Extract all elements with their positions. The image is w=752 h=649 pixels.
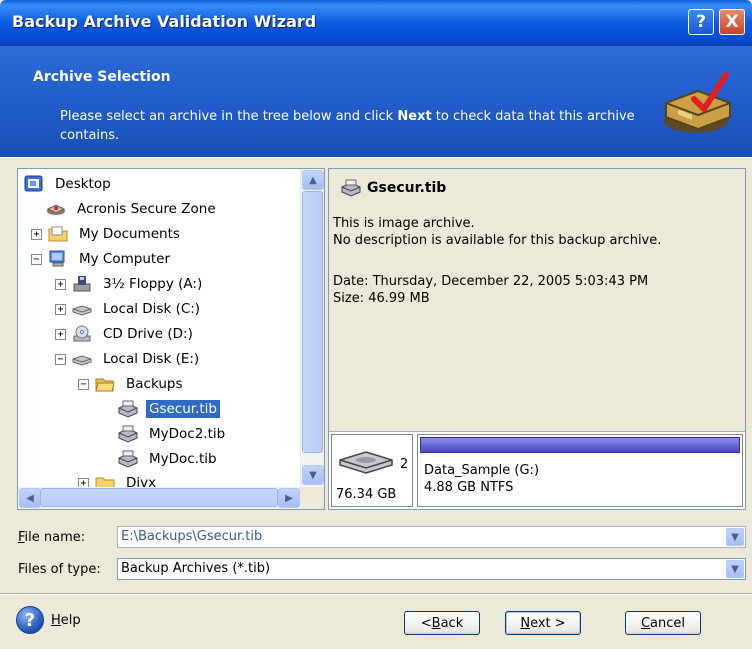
divider	[0, 593, 752, 595]
expand-icon[interactable]: +	[78, 477, 89, 487]
wizard-header: Archive Selection Please select an archi…	[0, 46, 752, 158]
file-type-select[interactable]: Backup Archives (*.tib) ▼	[117, 558, 746, 580]
disk-info: 2 76.34 GB	[331, 434, 413, 507]
disk-layout: 2 76.34 GB Data_Sample (G:) 4.88 GB NTFS	[329, 431, 745, 509]
archive-date: Date: Thursday, December 22, 2005 5:03:4…	[333, 274, 649, 289]
folder-icon	[95, 477, 115, 487]
tree-item-disk-c[interactable]: + Local Disk (C:)	[55, 297, 203, 321]
archive-icon	[118, 425, 138, 443]
tree-item-secure-zone[interactable]: Acronis Secure Zone	[46, 197, 219, 221]
tree-item-disk-e[interactable]: − Local Disk (E:)	[55, 347, 202, 371]
desktop-icon	[24, 175, 43, 192]
hard-disk-icon	[339, 451, 393, 474]
file-name-input[interactable]: E:\Backups\Gsecur.tib ▼	[117, 526, 746, 548]
scroll-thumb[interactable]	[40, 488, 278, 507]
floppy-icon	[73, 276, 91, 292]
archive-icon	[118, 400, 138, 418]
page-description: Please select an archive in the tree bel…	[60, 109, 635, 143]
expand-icon[interactable]: +	[55, 303, 66, 315]
archive-icon	[341, 179, 361, 197]
cancel-button[interactable]: Cancel	[625, 611, 701, 635]
next-button[interactable]: Next >	[505, 611, 581, 635]
page-title: Archive Selection	[33, 69, 171, 85]
tree-item-my-computer[interactable]: − My Computer	[31, 247, 173, 271]
partition-bar	[420, 437, 740, 453]
folder-open-icon	[95, 378, 115, 392]
collapse-icon[interactable]: −	[55, 353, 66, 365]
tree-item-desktop[interactable]: Desktop	[24, 172, 114, 196]
tree-item-floppy[interactable]: + 3½ Floppy (A:)	[55, 272, 205, 296]
folder-icon	[48, 226, 68, 242]
partition-name: Data_Sample (G:)	[424, 463, 540, 478]
disk-capacity: 76.34 GB	[336, 487, 397, 502]
tree-item-gsecur[interactable]: Gsecur.tib	[118, 397, 220, 421]
tree-horizontal-scrollbar[interactable]: ◀ ▶	[18, 487, 300, 509]
tree-vertical-scrollbar[interactable]: ▲ ▼	[300, 169, 324, 487]
help-icon: ?	[16, 606, 44, 634]
tree-item-mydoc[interactable]: MyDoc.tib	[118, 447, 220, 471]
collapse-icon[interactable]: −	[31, 253, 42, 265]
chevron-down-icon[interactable]: ▼	[726, 560, 744, 578]
disk-number: 2	[400, 457, 409, 472]
archive-info-panel: Gsecur.tib This is image archive. No des…	[328, 168, 746, 510]
file-type-label: Files of type:	[18, 562, 101, 577]
expand-icon[interactable]: +	[55, 328, 66, 340]
chevron-down-icon[interactable]: ▼	[726, 528, 744, 546]
partition-box[interactable]: Data_Sample (G:) 4.88 GB NTFS	[417, 434, 743, 507]
archive-size: Size: 46.99 MB	[333, 291, 430, 306]
scroll-right-icon[interactable]: ▶	[278, 488, 300, 508]
archive-icon	[118, 450, 138, 468]
collapse-icon[interactable]: −	[78, 378, 89, 390]
close-button[interactable]: X	[719, 9, 745, 35]
tree-item-backups[interactable]: − Backups	[78, 372, 186, 396]
archive-description-text: No description is available for this bac…	[333, 233, 662, 248]
help-link[interactable]: ? Help	[16, 606, 81, 634]
expand-icon[interactable]: +	[31, 228, 42, 240]
tree-item-cd-drive[interactable]: + CD Drive (D:)	[55, 322, 196, 346]
tree-item-divx[interactable]: + Divx	[78, 471, 159, 487]
secure-zone-icon	[46, 204, 66, 215]
help-title-button[interactable]: ?	[688, 9, 714, 35]
scroll-corner	[300, 487, 324, 509]
disk-icon	[72, 305, 92, 316]
tree-item-mydoc2[interactable]: MyDoc2.tib	[118, 422, 228, 446]
cd-icon	[73, 325, 91, 342]
scroll-up-icon[interactable]: ▲	[302, 170, 324, 190]
help-label: Help	[51, 612, 81, 628]
file-name-label: File name:	[18, 530, 86, 545]
tree-content: Desktop Acronis Secure Zone + My Documen…	[18, 169, 300, 487]
scroll-down-icon[interactable]: ▼	[302, 465, 324, 485]
expand-icon[interactable]: +	[55, 278, 66, 290]
computer-icon	[49, 250, 65, 267]
archive-tree[interactable]: Desktop Acronis Secure Zone + My Documen…	[17, 168, 325, 510]
back-button[interactable]: < Back	[404, 611, 480, 635]
window-title: Backup Archive Validation Wizard	[12, 12, 317, 31]
partition-size: 4.88 GB NTFS	[424, 480, 514, 495]
scroll-thumb[interactable]	[302, 191, 323, 453]
disk-icon	[72, 355, 92, 366]
scroll-left-icon[interactable]: ◀	[19, 488, 41, 508]
archive-type-text: This is image archive.	[333, 216, 475, 231]
backup-validation-icon	[664, 72, 731, 133]
title-bar: Backup Archive Validation Wizard ? X	[0, 0, 752, 46]
tree-item-my-documents[interactable]: + My Documents	[31, 222, 183, 246]
archive-title: Gsecur.tib	[341, 179, 446, 197]
